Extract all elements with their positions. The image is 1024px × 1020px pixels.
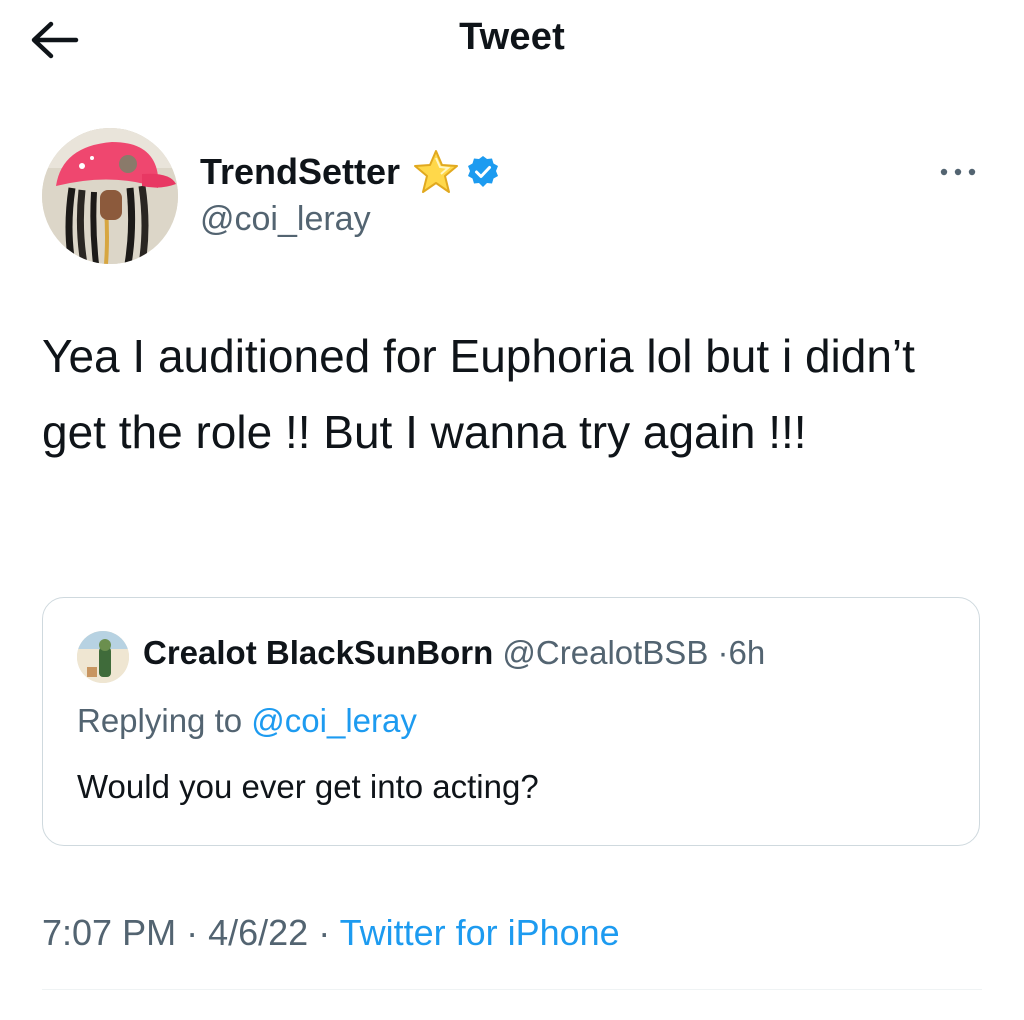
tweet-time: 7:07 PM — [42, 912, 177, 953]
quoted-handle[interactable]: @CrealotBSB — [502, 634, 708, 671]
tweet-meta: 7:07 PM · 4/6/22 · Twitter for iPhone — [42, 912, 620, 954]
quoted-display-name[interactable]: Crealot BlackSunBorn — [143, 634, 493, 671]
display-name[interactable]: TrendSetter — [200, 151, 400, 193]
tweet-author: TrendSetter @coi_leray — [42, 128, 982, 268]
verified-badge-icon — [468, 156, 499, 187]
meta-separator-2: · — [318, 912, 331, 953]
quoted-header: Crealot BlackSunBorn @CrealotBSB ·6h — [143, 634, 765, 672]
divider — [42, 989, 982, 990]
avatar[interactable] — [42, 128, 178, 264]
quoted-avatar[interactable] — [77, 631, 129, 683]
star-emoji-icon — [414, 150, 459, 193]
quoted-separator: · — [717, 634, 729, 671]
replying-handle-link[interactable]: @coi_leray — [251, 702, 417, 739]
more-options-button[interactable] — [938, 162, 978, 182]
tweet-text: Yea I auditioned for Euphoria lol but i … — [42, 330, 915, 458]
page-title: Tweet — [459, 16, 565, 58]
meta-separator: · — [186, 912, 199, 953]
top-bar: Tweet — [0, 0, 1024, 84]
tweet-date: 4/6/22 — [208, 912, 309, 953]
avatar-image — [42, 128, 178, 264]
tweet-source-link[interactable]: Twitter for iPhone — [340, 912, 620, 953]
quoted-avatar-image — [77, 631, 129, 683]
author-handle[interactable]: @coi_leray — [200, 200, 371, 239]
more-icon — [940, 168, 976, 176]
quoted-age: 6h — [728, 634, 766, 671]
replying-prefix: Replying to — [77, 702, 243, 739]
quoted-tweet[interactable]: Crealot BlackSunBorn @CrealotBSB ·6h Rep… — [42, 597, 980, 846]
name-row: TrendSetter — [200, 148, 500, 196]
quoted-text: Would you ever get into acting? — [77, 768, 539, 805]
replying-to: Replying to @coi_leray — [77, 702, 417, 740]
